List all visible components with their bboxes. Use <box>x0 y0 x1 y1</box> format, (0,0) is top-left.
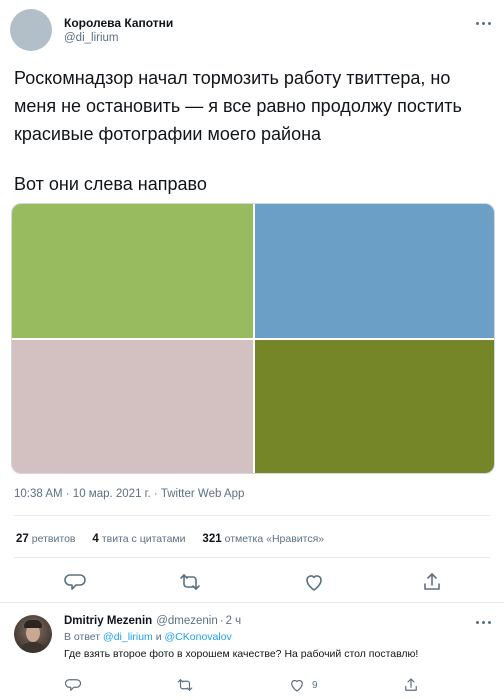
tweet-text-caption: Вот они слева направо <box>14 174 207 194</box>
quotes-stat[interactable]: 4 твита с цитатами <box>92 533 185 545</box>
more-options-icon[interactable] <box>474 18 494 28</box>
share-icon[interactable] <box>420 570 444 594</box>
author-name[interactable]: Королева Капотни <box>64 16 173 30</box>
reply-like-button[interactable]: 9 <box>288 676 318 696</box>
retweet-icon[interactable] <box>178 570 202 594</box>
reply-author-handle[interactable]: @dmezenin <box>156 615 218 627</box>
likes-label: отметка «Нравится» <box>224 533 325 545</box>
reply-tweet[interactable]: Dmitriy Mezenin @dmezenin · 2 ч В ответ @di… <box>0 603 504 700</box>
divider <box>14 557 490 558</box>
reply-header: Dmitriy Mezenin @dmezenin · 2 ч <box>64 615 241 627</box>
retweets-stat[interactable]: 27 ретвитов <box>16 533 76 545</box>
reply-text: Где взять второе фото в хорошем качестве… <box>64 648 419 660</box>
author-handle[interactable]: @di_lirium <box>64 32 119 44</box>
reply-avatar[interactable] <box>14 615 52 653</box>
reply-more-options-icon[interactable] <box>474 617 494 627</box>
photo-2[interactable] <box>255 204 494 338</box>
reply-like-count: 9 <box>312 679 318 691</box>
author-avatar[interactable] <box>10 9 52 51</box>
replying-to-and: и <box>155 631 162 643</box>
divider <box>14 515 490 516</box>
separator-dot: · <box>219 615 224 627</box>
retweets-count: 27 <box>16 533 29 545</box>
photo-grid <box>11 203 495 474</box>
reply-retweet-icon[interactable] <box>176 676 194 696</box>
replying-to: В ответ @di_lirium и @CKonovalov <box>64 631 232 643</box>
reply-actions: 9 <box>0 676 504 696</box>
reply-icon[interactable] <box>63 570 87 594</box>
reply-reply-icon[interactable] <box>64 676 82 696</box>
photo-1[interactable] <box>12 204 253 338</box>
quotes-label: твита с цитатами <box>101 533 186 545</box>
quotes-count: 4 <box>92 533 99 545</box>
reply-like-icon <box>291 679 303 692</box>
replying-to-prefix: В ответ <box>64 631 101 643</box>
tweet-text: Роскомнадзор начал тормозить работу твит… <box>14 68 462 144</box>
like-icon[interactable] <box>302 570 326 594</box>
mention-link[interactable]: @CKonovalov <box>165 631 232 643</box>
likes-stat[interactable]: 321 отметка «Нравится» <box>202 533 324 545</box>
photo-3[interactable] <box>12 340 253 473</box>
mention-link[interactable]: @di_lirium <box>103 631 153 643</box>
reply-time[interactable]: 2 ч <box>226 615 242 627</box>
tweet-timestamp[interactable]: 10:38 AM · 10 мар. 2021 г. · Twitter Web… <box>14 488 244 500</box>
reply-share-icon[interactable] <box>402 676 420 696</box>
photo-4[interactable] <box>255 340 494 473</box>
likes-count: 321 <box>202 533 222 545</box>
tweet-actions <box>0 570 504 594</box>
reply-author-name[interactable]: Dmitriy Mezenin <box>64 615 152 627</box>
tweet-stats: 27 ретвитов 4 твита с цитатами 321 отметка … <box>16 533 338 545</box>
retweets-label: ретвитов <box>31 533 76 545</box>
